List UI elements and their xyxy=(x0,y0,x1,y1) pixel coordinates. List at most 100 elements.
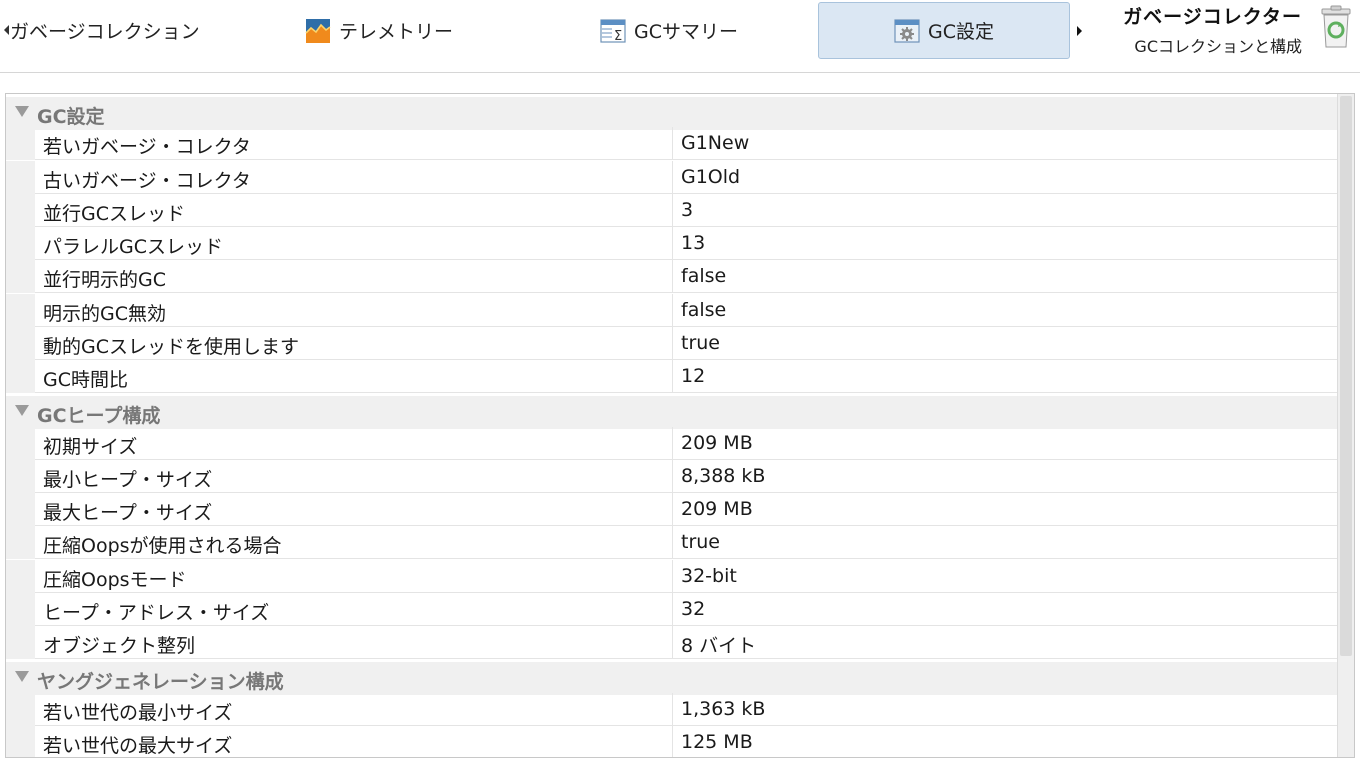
tab-garbage-collection[interactable]: ガベージコレクション xyxy=(10,2,230,59)
property-row[interactable]: 最小ヒープ・サイズ 8,388 kB xyxy=(6,460,1337,493)
gc-properties-table: GC設定 若いガベージ・コレクタ G1New 古いガベージ・コレクタ G1Old 並行GC… xyxy=(5,93,1355,758)
row-gutter xyxy=(6,260,35,293)
property-name: ヒープ・アドレス・サイズ xyxy=(43,602,270,624)
row-gutter xyxy=(6,593,35,626)
property-value: 8,388 kB xyxy=(681,465,766,487)
property-name-cell: オブジェクト整列 xyxy=(35,626,673,659)
property-row[interactable]: オブジェクト整列 8 バイト xyxy=(6,626,1337,659)
property-row[interactable]: 並行明示的GC false xyxy=(6,260,1337,293)
property-name: オブジェクト整列 xyxy=(43,635,196,657)
row-gutter xyxy=(6,427,35,460)
property-row[interactable]: 並行GCスレッド 3 xyxy=(6,194,1337,227)
property-value-cell: true xyxy=(673,327,1337,360)
property-name-cell: 最小ヒープ・サイズ xyxy=(35,460,673,493)
property-name: 圧縮Oopsモード xyxy=(43,569,187,591)
property-name-cell: 並行明示的GC xyxy=(35,260,673,293)
property-name-cell: 古いガベージ・コレクタ xyxy=(35,161,673,194)
property-row[interactable]: 明示的GC無効 false xyxy=(6,294,1337,327)
property-name: 若い世代の最小サイズ xyxy=(43,702,233,724)
property-name-cell: 明示的GC無効 xyxy=(35,294,673,327)
property-row[interactable]: 初期サイズ 209 MB xyxy=(6,427,1337,460)
property-value: true xyxy=(681,531,720,553)
group-title: GCヒープ構成 xyxy=(37,405,161,427)
tab-telemetry[interactable]: テレメトリー xyxy=(305,2,453,59)
tab-label: ガベージコレクション xyxy=(10,21,200,43)
property-row[interactable]: GC時間比 12 xyxy=(6,360,1337,393)
property-name-cell: ヒープ・アドレス・サイズ xyxy=(35,593,673,626)
view-title: ガベージコレクター xyxy=(1123,6,1302,28)
property-name-cell: 圧縮Oopsモード xyxy=(35,560,673,593)
scroll-tabs-left-icon[interactable] xyxy=(4,25,9,35)
row-gutter xyxy=(6,360,35,393)
property-name: 若い世代の最大サイズ xyxy=(43,735,233,757)
row-gutter xyxy=(6,493,35,526)
property-name: 明示的GC無効 xyxy=(43,303,166,325)
group-header[interactable]: GC設定 xyxy=(6,97,1337,130)
property-row[interactable]: 若い世代の最大サイズ 125 MB xyxy=(6,726,1337,757)
property-row[interactable]: 最大ヒープ・サイズ 209 MB xyxy=(6,493,1337,526)
property-value: 125 MB xyxy=(681,731,753,753)
property-name: パラレルGCスレッド xyxy=(43,236,223,258)
property-name: 初期サイズ xyxy=(43,436,138,458)
property-name-cell: 最大ヒープ・サイズ xyxy=(35,493,673,526)
scrollbar-thumb[interactable] xyxy=(1340,96,1352,656)
property-row[interactable]: 古いガベージ・コレクタ G1Old xyxy=(6,161,1337,194)
property-name: 並行明示的GC xyxy=(43,269,166,291)
row-gutter xyxy=(6,227,35,260)
property-value: 209 MB xyxy=(681,432,753,454)
group-header[interactable]: ヤングジェネレーション構成 xyxy=(6,662,1337,695)
property-value-cell: false xyxy=(673,294,1337,327)
row-gutter xyxy=(6,294,35,327)
property-value-cell: 12 xyxy=(673,360,1337,393)
property-value: 3 xyxy=(681,199,694,221)
scroll-tabs-right-icon[interactable] xyxy=(1077,26,1082,36)
property-name: 動的GCスレッドを使用します xyxy=(43,336,299,358)
property-row[interactable]: 若いガベージ・コレクタ G1New xyxy=(6,127,1337,160)
view-heading: ガベージコレクター GCコレクションと構成 xyxy=(1090,5,1302,57)
property-name-cell: GC時間比 xyxy=(35,360,673,393)
row-gutter xyxy=(6,127,35,160)
group-header[interactable]: GCヒープ構成 xyxy=(6,396,1337,429)
row-gutter xyxy=(6,560,35,593)
expand-triangle-icon[interactable] xyxy=(15,405,29,416)
property-name: GC時間比 xyxy=(43,369,128,391)
tab-gc-summary[interactable]: Σ GCサマリー xyxy=(600,2,738,59)
property-value: 209 MB xyxy=(681,498,753,520)
tab-label: GC設定 xyxy=(928,21,994,43)
property-row[interactable]: 若い世代の最小サイズ 1,363 kB xyxy=(6,693,1337,726)
tab-gc-settings[interactable]: GC設定 xyxy=(818,2,1070,59)
tab-label: テレメトリー xyxy=(339,21,454,43)
property-value-cell: G1New xyxy=(673,127,1337,160)
telemetry-icon xyxy=(305,18,331,43)
property-value-cell: 209 MB xyxy=(673,427,1337,460)
property-name: 最小ヒープ・サイズ xyxy=(43,469,213,491)
property-row[interactable]: 圧縮Oopsが使用される場合 true xyxy=(6,526,1337,559)
property-value-cell: 13 xyxy=(673,227,1337,260)
group-title: GC設定 xyxy=(37,106,105,128)
expand-triangle-icon[interactable] xyxy=(15,106,29,117)
svg-text:Σ: Σ xyxy=(614,29,622,44)
property-name-cell: 若い世代の最大サイズ xyxy=(35,726,673,757)
row-gutter xyxy=(6,726,35,757)
property-value: G1New xyxy=(681,132,750,154)
property-value-cell: 3 xyxy=(673,194,1337,227)
property-name-cell: パラレルGCスレッド xyxy=(35,227,673,260)
property-row[interactable]: 圧縮Oopsモード 32-bit xyxy=(6,560,1337,593)
property-value: 12 xyxy=(681,365,706,387)
property-name-cell: 若いガベージ・コレクタ xyxy=(35,127,673,160)
property-value-cell: false xyxy=(673,260,1337,293)
gc-summary-icon: Σ xyxy=(600,18,626,44)
property-value: 8 バイト xyxy=(681,635,757,657)
property-value-cell: G1Old xyxy=(673,161,1337,194)
row-gutter xyxy=(6,526,35,559)
expand-triangle-icon[interactable] xyxy=(15,671,29,682)
property-value: false xyxy=(681,299,727,321)
recycle-bin-icon xyxy=(1321,5,1351,48)
view-subtitle: GCコレクションと構成 xyxy=(1134,37,1302,56)
property-value-cell: 1,363 kB xyxy=(673,693,1337,726)
property-row[interactable]: パラレルGCスレッド 13 xyxy=(6,227,1337,260)
property-row[interactable]: 動的GCスレッドを使用します true xyxy=(6,327,1337,360)
property-name-cell: 圧縮Oopsが使用される場合 xyxy=(35,526,673,559)
property-row[interactable]: ヒープ・アドレス・サイズ 32 xyxy=(6,593,1337,626)
vertical-scrollbar[interactable] xyxy=(1337,94,1354,757)
